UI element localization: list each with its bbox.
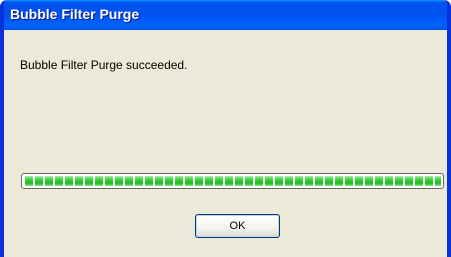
title-bar[interactable]: Bubble Filter Purge <box>4 0 447 30</box>
ok-button[interactable]: OK <box>195 214 280 238</box>
dialog-window: Bubble Filter Purge Bubble Filter Purge … <box>0 0 451 257</box>
window-title: Bubble Filter Purge <box>10 6 140 22</box>
progress-bar-fill <box>25 176 441 186</box>
progress-bar <box>21 173 444 189</box>
status-message: Bubble Filter Purge succeeded. <box>20 58 188 72</box>
